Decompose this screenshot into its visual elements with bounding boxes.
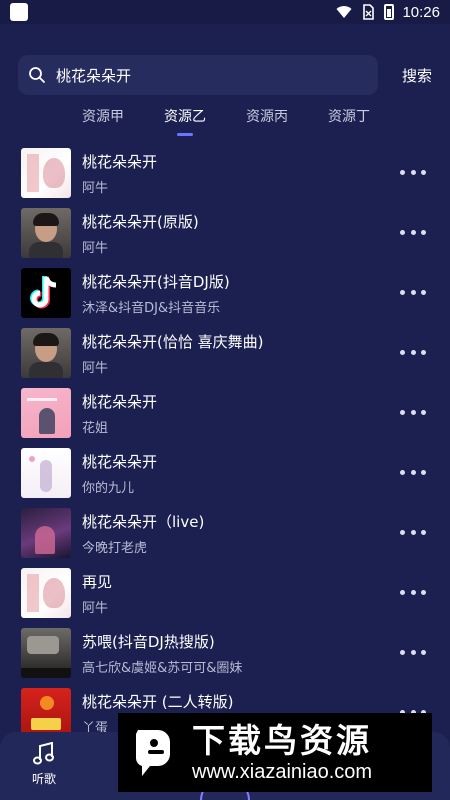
- album-cover: [21, 688, 71, 738]
- song-artist: 高七欣&虞姬&苏可可&圈妹: [82, 660, 243, 676]
- battery-charging-icon: [384, 4, 395, 20]
- more-options-icon[interactable]: [400, 465, 426, 479]
- watermark-title: 下载鸟资源: [192, 720, 372, 760]
- song-artist: 你的九儿: [82, 480, 135, 496]
- album-cover: [21, 628, 71, 678]
- song-artist: 沐泽&抖音DJ&抖音音乐: [82, 300, 221, 316]
- song-title: 桃花朵朵开: [82, 452, 158, 471]
- song-artist: 阿牛: [82, 180, 109, 196]
- no-sim-icon: [363, 4, 375, 20]
- album-cover: [21, 388, 71, 438]
- album-cover: [21, 268, 71, 318]
- album-cover: [21, 148, 71, 198]
- more-options-icon[interactable]: [400, 645, 426, 659]
- song-artist: 今晚打老虎: [82, 540, 148, 556]
- tab-source-b[interactable]: 资源乙: [144, 100, 226, 136]
- search-box[interactable]: [18, 55, 378, 95]
- bird-logo-icon: [135, 729, 170, 776]
- music-note-icon: [33, 742, 54, 765]
- more-options-icon[interactable]: [400, 285, 426, 299]
- status-time: 10:26: [402, 3, 440, 21]
- more-options-icon[interactable]: [400, 405, 426, 419]
- status-bar: 10:26: [0, 0, 450, 24]
- song-title: 桃花朵朵开: [82, 392, 158, 411]
- song-title: 桃花朵朵开: [82, 152, 158, 171]
- watermark: 下载鸟资源 www.xiazainiao.com: [118, 713, 432, 792]
- watermark-url: www.xiazainiao.com: [192, 760, 373, 783]
- album-cover: [21, 328, 71, 378]
- song-title: 桃花朵朵开（live): [82, 512, 205, 531]
- song-title: 桃花朵朵开 (二人转版): [82, 692, 234, 711]
- song-row[interactable]: 苏喂(抖音DJ热搜版) 高七欣&虞姬&苏可可&圈妹: [0, 623, 450, 683]
- nav-listen[interactable]: 听歌: [22, 742, 66, 792]
- song-artist: 花姐: [82, 420, 109, 436]
- song-row[interactable]: 桃花朵朵开(原版) 阿牛: [0, 203, 450, 263]
- song-row[interactable]: 桃花朵朵开(抖音DJ版) 沐泽&抖音DJ&抖音音乐: [0, 263, 450, 323]
- song-row[interactable]: 桃花朵朵开 阿牛: [0, 143, 450, 203]
- album-cover: [21, 568, 71, 618]
- source-tabs: 资源甲 资源乙 资源丙 资源丁: [0, 100, 450, 136]
- song-row[interactable]: 桃花朵朵开 你的九儿: [0, 443, 450, 503]
- song-row[interactable]: 桃花朵朵开 花姐: [0, 383, 450, 443]
- song-title: 桃花朵朵开(抖音DJ版): [82, 272, 230, 291]
- more-options-icon[interactable]: [400, 225, 426, 239]
- search-input[interactable]: [56, 66, 368, 84]
- tab-source-a[interactable]: 资源甲: [62, 100, 144, 136]
- more-options-icon[interactable]: [400, 165, 426, 179]
- nav-listen-label: 听歌: [31, 772, 56, 786]
- song-title: 苏喂(抖音DJ热搜版): [82, 632, 215, 651]
- tiktok-logo-icon: [30, 276, 57, 309]
- song-title: 桃花朵朵开(原版): [82, 212, 199, 231]
- wifi-icon: [336, 6, 352, 18]
- song-row[interactable]: 桃花朵朵开（live) 今晚打老虎: [0, 503, 450, 563]
- tab-source-d[interactable]: 资源丁: [308, 100, 390, 136]
- tab-source-c[interactable]: 资源丙: [226, 100, 308, 136]
- more-options-icon[interactable]: [400, 345, 426, 359]
- song-row[interactable]: 再见 阿牛: [0, 563, 450, 623]
- song-row[interactable]: 桃花朵朵开(恰恰 喜庆舞曲) 阿牛: [0, 323, 450, 383]
- song-artist: 阿牛: [82, 240, 109, 256]
- more-options-icon[interactable]: [400, 525, 426, 539]
- song-list: 桃花朵朵开 阿牛 桃花朵朵开(原版) 阿牛 桃花朵朵开(抖音DJ版) 沐泽&抖音…: [0, 143, 450, 743]
- more-options-icon[interactable]: [400, 585, 426, 599]
- app-icon: [10, 3, 28, 21]
- song-artist: 阿牛: [82, 600, 109, 616]
- song-title: 再见: [82, 572, 113, 591]
- search-icon: [29, 67, 45, 83]
- album-cover: [21, 208, 71, 258]
- album-cover: [21, 508, 71, 558]
- search-button[interactable]: 搜索: [402, 65, 432, 86]
- song-artist: 阿牛: [82, 360, 109, 376]
- search-bar: 搜索: [0, 54, 450, 96]
- song-title: 桃花朵朵开(恰恰 喜庆舞曲): [82, 332, 264, 351]
- album-cover: [21, 448, 71, 498]
